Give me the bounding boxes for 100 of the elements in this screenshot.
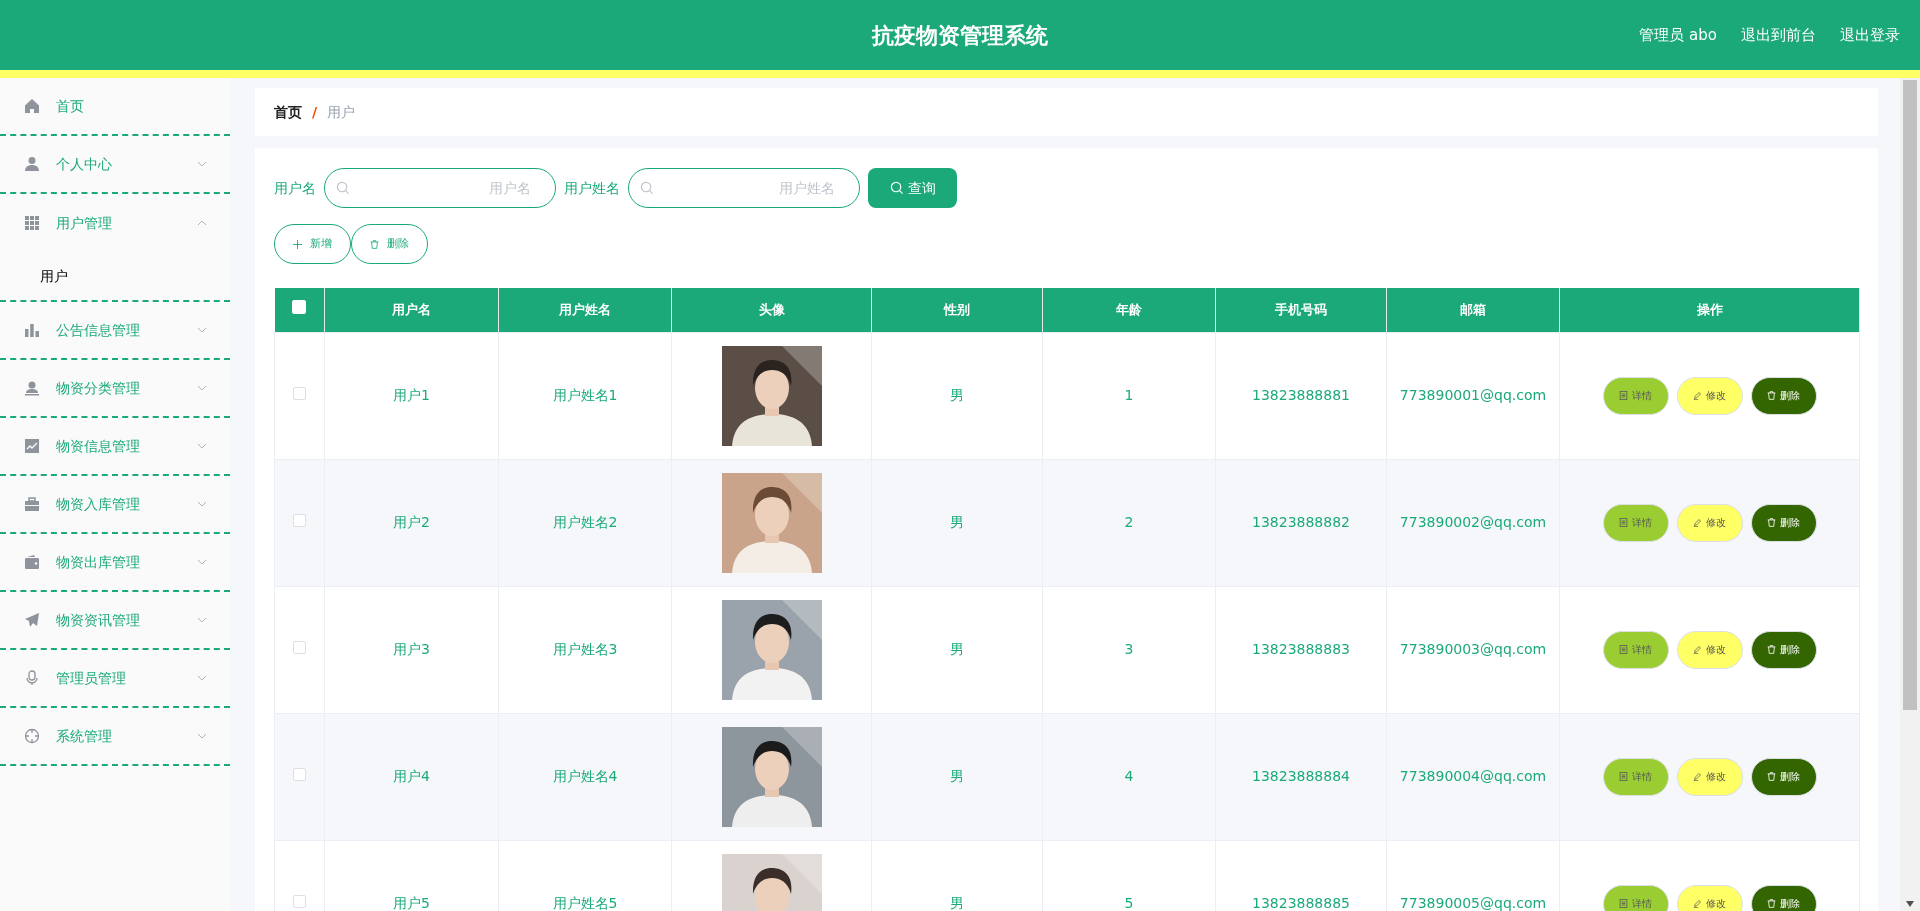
delete-button[interactable]: 删除 [351,224,428,264]
sidebar-subitem[interactable]: 用户 [40,265,68,287]
table-cell: 用户姓名1 [498,332,672,459]
table-cell: 用户3 [324,586,499,713]
sidebar-item[interactable]: 管理员管理 [0,650,230,708]
scrollbar-thumb[interactable] [1903,80,1917,710]
sidebar-item[interactable]: 物资资讯管理 [0,592,230,650]
table-cell: 773890004@qq.com [1386,713,1560,840]
delete-button[interactable]: 删除 [1750,503,1817,542]
edit-button[interactable]: 修改 [1676,630,1743,669]
details-button[interactable]: 详情 [1602,757,1669,796]
field-label: 用户名 [274,178,316,198]
crosshair-icon [24,728,40,744]
row-checkbox[interactable] [293,387,306,400]
row-checkbox[interactable] [293,514,306,527]
search-icon [640,181,654,195]
search-field[interactable]: 用户名 [324,168,556,208]
search-icon [889,181,904,195]
table-cell: 773890003@qq.com [1386,586,1560,713]
pencil-icon [1693,645,1702,654]
row-checkbox[interactable] [293,641,306,654]
table-cell: 用户姓名4 [498,713,672,840]
header-link[interactable]: 管理员 abo [1639,23,1717,47]
briefcase-icon [24,496,40,512]
details-button[interactable]: 详情 [1602,503,1669,542]
breadcrumb-item[interactable]: 首页 [274,101,302,123]
details-button[interactable]: 详情 [1602,884,1669,911]
table-cell: 1 [1042,332,1216,459]
pencil-icon [1693,899,1702,908]
header-link[interactable]: 退出登录 [1840,23,1900,47]
delete-button[interactable]: 删除 [1750,757,1817,796]
table-cell: 用户1 [324,332,499,459]
paper-plane-icon [24,612,40,628]
pencil-icon [1693,772,1702,781]
table-cell: 2 [1042,459,1216,586]
scrollbar[interactable] [1900,78,1920,911]
pencil-icon [1693,391,1702,400]
bar-chart-icon [24,322,40,338]
column-header[interactable]: 手机号码 [1215,288,1387,332]
table-cell: 773890001@qq.com [1386,332,1560,459]
sidebar-item[interactable]: 首页 [0,78,230,136]
details-button[interactable]: 详情 [1602,376,1669,415]
delete-button[interactable]: 删除 [1750,884,1817,911]
row-checkbox[interactable] [293,895,306,908]
edit-button[interactable]: 修改 [1676,884,1743,911]
add-button[interactable]: 新增 [274,224,351,264]
field-label: 用户姓名 [564,178,620,198]
person-icon [24,156,40,172]
edit-button[interactable]: 修改 [1676,757,1743,796]
document-icon [1619,772,1628,781]
row-checkbox[interactable] [293,768,306,781]
pencil-icon [1693,518,1702,527]
sidebar-item[interactable]: 用户管理 [0,194,230,252]
sidebar-item[interactable]: 公告信息管理 [0,302,230,360]
search-field[interactable]: 用户姓名 [628,168,860,208]
microphone-icon [24,670,40,686]
table-cell: 用户4 [324,713,499,840]
table-cell: 用户姓名2 [498,459,672,586]
column-header[interactable]: 头像 [671,288,872,332]
table-cell: 13823888882 [1215,459,1387,586]
column-header[interactable]: 操作 [1559,288,1860,332]
sidebar-item[interactable]: 物资分类管理 [0,360,230,418]
column-header[interactable]: 用户名 [324,288,499,332]
breadcrumb-item: 用户 [327,102,356,122]
trash-icon [1767,645,1776,654]
trash-icon [1767,391,1776,400]
grid-icon [24,215,40,231]
column-header[interactable]: 性别 [871,288,1043,332]
search-icon [336,181,350,195]
sidebar-item[interactable]: 系统管理 [0,708,230,766]
sidebar-item[interactable]: 个人中心 [0,136,230,194]
table-cell: 3 [1042,586,1216,713]
table-cell: 13823888881 [1215,332,1387,459]
line-chart-icon [24,438,40,454]
column-header[interactable]: 用户姓名 [498,288,672,332]
details-button[interactable]: 详情 [1602,630,1669,669]
table-cell: 男 [871,459,1043,586]
table-cell: 773890002@qq.com [1386,459,1560,586]
edit-button[interactable]: 修改 [1676,376,1743,415]
column-header[interactable]: 邮箱 [1386,288,1560,332]
sidebar-item[interactable]: 物资信息管理 [0,418,230,476]
document-icon [1619,391,1628,400]
document-icon [1619,899,1628,908]
search-button[interactable]: 查询 [868,168,957,208]
table-cell: 4 [1042,713,1216,840]
plus-icon [293,239,302,249]
select-all-checkbox[interactable] [292,300,307,314]
header-link[interactable]: 退出到前台 [1741,23,1816,47]
delete-button[interactable]: 删除 [1750,376,1817,415]
scroll-down-arrow-icon[interactable] [1906,901,1914,907]
delete-button[interactable]: 删除 [1750,630,1817,669]
sidebar-item[interactable]: 物资入库管理 [0,476,230,534]
table-cell: 13823888883 [1215,586,1387,713]
sidebar-item[interactable]: 物资出库管理 [0,534,230,592]
table-cell: 用户2 [324,459,499,586]
column-header[interactable]: 年龄 [1042,288,1216,332]
person-icon [24,380,40,396]
app-title: 抗疫物资管理系统 [872,21,1048,50]
table-cell: 男 [871,586,1043,713]
edit-button[interactable]: 修改 [1676,503,1743,542]
